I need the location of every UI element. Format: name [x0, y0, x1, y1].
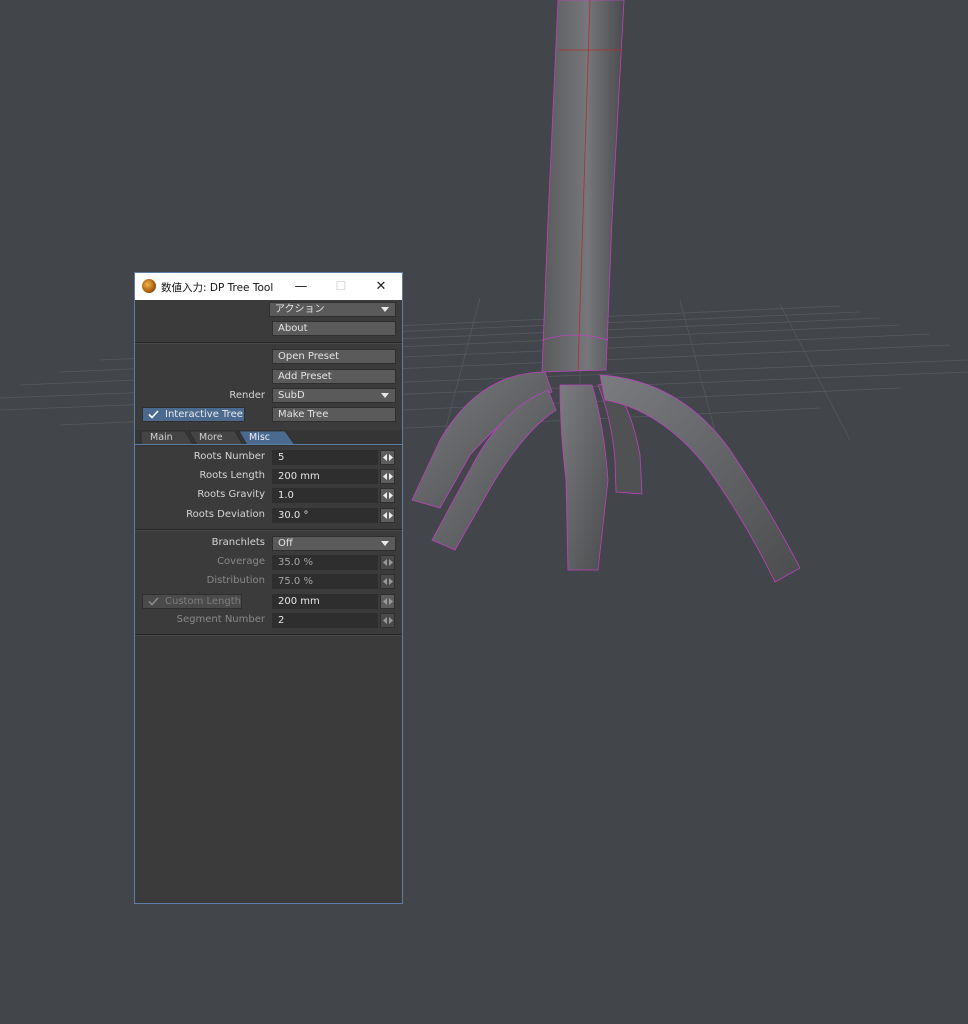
- stepper-arrows-icon: [383, 578, 393, 585]
- coverage-label: Coverage: [217, 556, 265, 567]
- window-title: 数値入力: DP Tree Tool: [161, 282, 274, 294]
- roots-length-stepper[interactable]: [380, 469, 395, 484]
- make-tree-button[interactable]: Make Tree: [272, 407, 396, 422]
- title-bar[interactable]: 数値入力: DP Tree Tool — ☐ ✕: [135, 273, 402, 300]
- branchlets-dropdown[interactable]: Off: [272, 536, 396, 551]
- interactive-tree-label: Interactive Tree: [165, 409, 243, 420]
- interactive-tree-checkbox[interactable]: Interactive Tree: [142, 407, 245, 422]
- coverage-input[interactable]: 35.0 %: [272, 555, 378, 570]
- roots-gravity-stepper[interactable]: [380, 488, 395, 503]
- open-preset-button[interactable]: Open Preset: [272, 349, 396, 364]
- tab-main[interactable]: Main: [150, 431, 173, 445]
- roots-gravity-label: Roots Gravity: [197, 489, 265, 500]
- roots-deviation-input[interactable]: 30.0 °: [272, 508, 378, 523]
- divider: [135, 342, 402, 344]
- distribution-input[interactable]: 75.0 %: [272, 574, 378, 589]
- distribution-stepper[interactable]: [380, 574, 395, 589]
- roots-number-input[interactable]: 5: [272, 450, 378, 465]
- render-label: Render: [229, 390, 265, 401]
- roots-number-label: Roots Number: [193, 451, 265, 462]
- render-dropdown[interactable]: SubD: [272, 388, 396, 403]
- branchlets-label: Branchlets: [211, 537, 265, 548]
- tab-misc[interactable]: Misc: [249, 431, 270, 445]
- stepper-arrows-icon: [383, 512, 393, 519]
- checkmark-icon: [148, 597, 159, 606]
- roots-length-input[interactable]: 200 mm: [272, 469, 378, 484]
- numeric-panel: 数値入力: DP Tree Tool — ☐ ✕ アクション About Ope…: [134, 272, 403, 904]
- stepper-arrows-icon: [383, 473, 393, 480]
- app-icon: [142, 279, 156, 293]
- segment-number-input[interactable]: 2: [272, 613, 378, 628]
- roots-deviation-stepper[interactable]: [380, 508, 395, 523]
- roots-gravity-input[interactable]: 1.0: [272, 488, 378, 503]
- checkmark-icon: [148, 410, 159, 419]
- stepper-arrows-icon: [383, 559, 393, 566]
- stepper-arrows-icon: [383, 598, 393, 605]
- segment-number-label: Segment Number: [176, 614, 265, 625]
- tab-more[interactable]: More: [199, 431, 223, 445]
- tree-model[interactable]: [411, 0, 801, 583]
- custom-length-checkbox[interactable]: Custom Length: [142, 594, 242, 609]
- actions-dropdown[interactable]: アクション: [269, 302, 396, 317]
- maximize-button[interactable]: ☐: [321, 273, 361, 300]
- segment-number-stepper[interactable]: [380, 613, 395, 628]
- divider: [135, 634, 402, 636]
- stepper-arrows-icon: [383, 492, 393, 499]
- stepper-arrows-icon: [383, 454, 393, 461]
- custom-length-input[interactable]: 200 mm: [272, 594, 378, 609]
- custom-length-label: Custom Length: [165, 596, 241, 607]
- tab-underline: [135, 444, 402, 445]
- roots-length-label: Roots Length: [199, 470, 265, 481]
- close-button[interactable]: ✕: [361, 273, 401, 300]
- roots-number-stepper[interactable]: [380, 450, 395, 465]
- coverage-stepper[interactable]: [380, 555, 395, 570]
- distribution-label: Distribution: [206, 575, 265, 586]
- about-button[interactable]: About: [272, 321, 396, 336]
- minimize-button[interactable]: —: [281, 273, 321, 300]
- divider: [135, 529, 402, 531]
- stepper-arrows-icon: [383, 617, 393, 624]
- add-preset-button[interactable]: Add Preset: [272, 369, 396, 384]
- roots-deviation-label: Roots Deviation: [186, 509, 265, 520]
- custom-length-stepper[interactable]: [380, 594, 395, 609]
